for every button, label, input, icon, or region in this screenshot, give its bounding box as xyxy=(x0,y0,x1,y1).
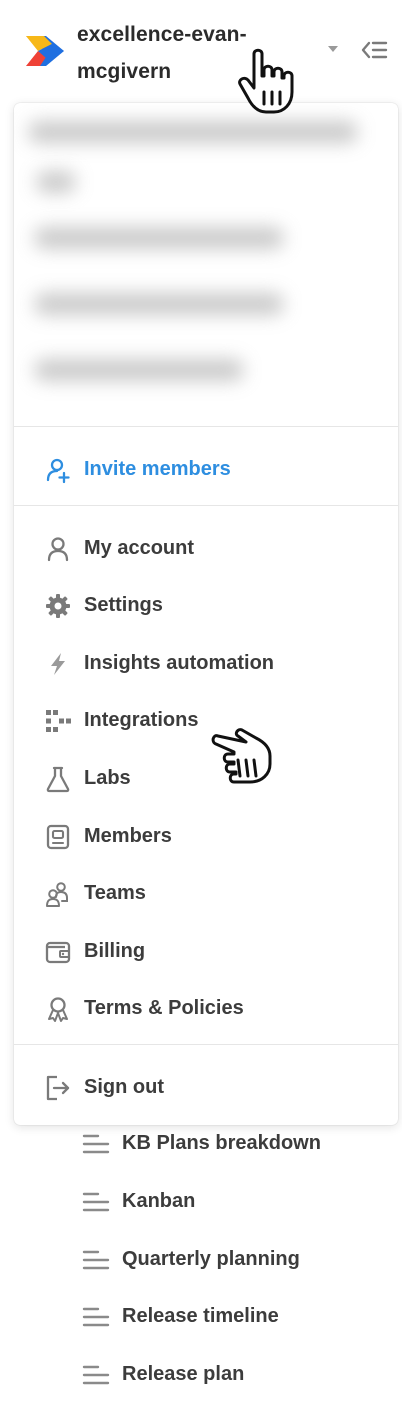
sign-out-icon xyxy=(46,1075,70,1101)
hand-cursor-icon xyxy=(238,48,294,114)
view-item-kb-plans-breakdown[interactable]: KB Plans breakdown xyxy=(0,1120,402,1166)
view-item-kanban[interactable]: Kanban xyxy=(0,1178,402,1224)
menu-item-teams[interactable]: Teams xyxy=(14,868,398,918)
view-item-label: Kanban xyxy=(122,1190,196,1212)
invite-members-button[interactable]: Invite members xyxy=(14,444,398,494)
menu-divider xyxy=(14,426,398,427)
view-item-label: Release plan xyxy=(122,1363,245,1385)
menu-item-label: Labs xyxy=(84,767,131,789)
hand-cursor-icon xyxy=(211,728,272,784)
integrations-icon xyxy=(46,710,71,732)
menu-item-billing[interactable]: Billing xyxy=(14,926,398,976)
wallet-icon xyxy=(45,941,71,964)
list-icon xyxy=(82,1307,110,1327)
menu-divider xyxy=(14,1044,398,1045)
menu-item-label: Integrations xyxy=(84,709,199,731)
list-icon xyxy=(82,1365,110,1385)
ribbon-icon xyxy=(48,997,68,1022)
menu-item-label: Insights automation xyxy=(84,652,274,674)
flask-icon xyxy=(46,766,70,793)
menu-item-terms-policies[interactable]: Terms & Policies xyxy=(14,983,398,1033)
menu-item-label: Teams xyxy=(84,882,146,904)
blurred-workspace-list xyxy=(14,103,398,425)
members-icon xyxy=(46,824,70,850)
menu-item-my-account[interactable]: My account xyxy=(14,523,398,573)
workspace-dropdown-menu: Invite members My account Settings Insig… xyxy=(14,103,398,1125)
list-icon xyxy=(82,1250,110,1270)
user-icon xyxy=(47,537,69,562)
workspace-header: excellence-evan-mcgivern xyxy=(0,0,402,100)
view-item-label: KB Plans breakdown xyxy=(122,1132,321,1154)
view-item-release-timeline[interactable]: Release timeline xyxy=(0,1293,402,1339)
gear-icon xyxy=(46,594,70,618)
view-item-label: Release timeline xyxy=(122,1305,279,1327)
list-icon xyxy=(82,1134,110,1154)
menu-item-label: Billing xyxy=(84,940,146,962)
view-item-quarterly-planning[interactable]: Quarterly planning xyxy=(0,1236,402,1282)
chevron-down-icon[interactable] xyxy=(327,44,339,54)
collapse-sidebar-icon[interactable] xyxy=(360,38,388,62)
menu-item-members[interactable]: Members xyxy=(14,811,398,861)
sign-out-button[interactable]: Sign out xyxy=(14,1062,398,1112)
teams-icon xyxy=(46,882,68,907)
view-item-label: Quarterly planning xyxy=(122,1248,300,1270)
sign-out-label: Sign out xyxy=(84,1076,164,1098)
menu-item-label: My account xyxy=(84,537,195,559)
menu-item-label: Members xyxy=(84,825,172,847)
view-item-release-plan[interactable]: Release plan xyxy=(0,1351,402,1397)
menu-item-label: Terms & Policies xyxy=(84,997,244,1019)
invite-members-label: Invite members xyxy=(84,458,231,480)
list-icon xyxy=(82,1192,110,1212)
menu-item-insights-automation[interactable]: Insights automation xyxy=(14,638,398,688)
menu-item-label: Settings xyxy=(84,594,163,616)
menu-item-settings[interactable]: Settings xyxy=(14,580,398,630)
lightning-icon xyxy=(51,653,65,675)
app-logo-icon xyxy=(26,36,64,66)
menu-divider xyxy=(14,505,398,506)
add-user-icon xyxy=(46,458,70,484)
